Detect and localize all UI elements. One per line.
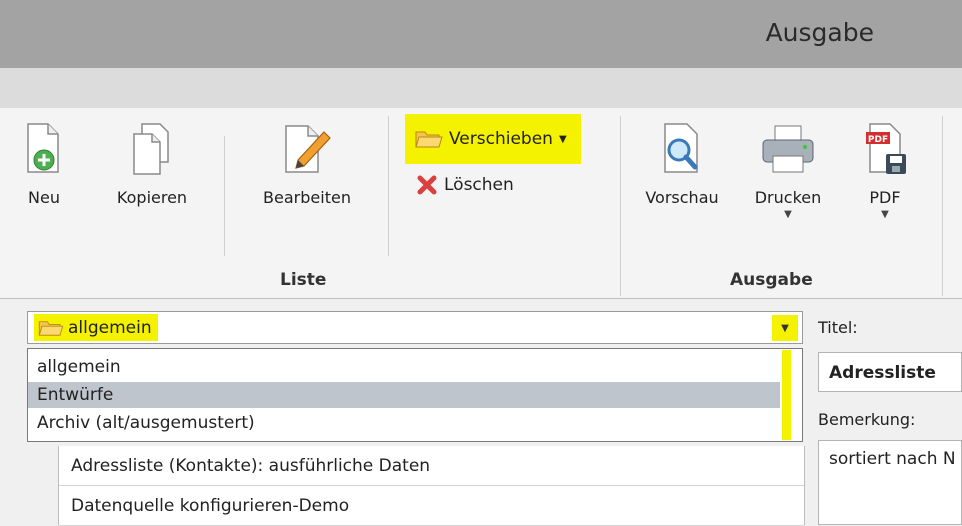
neu-button[interactable]: Neu <box>22 122 66 207</box>
dropdown-option-allgemein[interactable]: allgemein <box>28 354 780 380</box>
chevron-down-icon: ▼ <box>558 133 567 145</box>
title-bar: Ausgabe <box>0 0 962 68</box>
new-document-icon <box>27 123 59 173</box>
separator <box>224 136 225 256</box>
vorschau-label: Vorschau <box>645 188 719 207</box>
ribbon: Neu Kopieren Bearbeiten Verschieben ▼ Lö… <box>0 108 962 299</box>
folder-icon <box>38 320 64 336</box>
loeschen-label: Löschen <box>444 175 514 195</box>
group-label-liste: Liste <box>280 270 327 290</box>
pdf-label: PDF <box>869 188 901 207</box>
verschieben-label: Verschieben <box>449 129 553 149</box>
pdf-save-icon: PDF <box>866 123 906 174</box>
folder-select[interactable]: allgemein ▼ <box>27 311 803 344</box>
verschieben-button[interactable]: Verschieben ▼ <box>405 114 581 164</box>
neu-label: Neu <box>28 188 60 207</box>
printer-icon <box>762 125 814 173</box>
list-item[interactable]: Adressliste (Kontakte): ausführliche Dat… <box>59 446 804 486</box>
pdf-button[interactable]: PDF PDF ▼ <box>852 122 918 220</box>
copy-icon <box>133 123 169 175</box>
preview-magnifier-icon <box>664 123 698 173</box>
separator <box>620 116 621 296</box>
dropdown-option-archiv[interactable]: Archiv (alt/ausgemustert) <box>28 410 780 436</box>
folder-select-value: allgemein <box>34 314 158 341</box>
delete-x-icon <box>417 175 437 195</box>
folder-dropdown-list: allgemein Entwürfe Archiv (alt/ausgemust… <box>27 348 803 442</box>
folder-select-label: allgemein <box>68 317 152 338</box>
list-item[interactable]: Datenquelle konfigurieren-Demo <box>59 486 804 526</box>
title-field-label: Titel: <box>818 318 858 337</box>
remark-field-label: Bemerkung: <box>818 410 916 429</box>
separator <box>942 116 943 296</box>
report-list: Adressliste (Kontakte): ausführliche Dat… <box>58 446 805 526</box>
pdf-icon-text: PDF <box>868 135 888 145</box>
remark-textarea[interactable]: sortiert nach N <box>818 440 962 525</box>
loeschen-button[interactable]: Löschen <box>416 170 514 200</box>
window-title: Ausgabe <box>765 18 874 47</box>
remark-textarea-value: sortiert nach N <box>829 449 956 469</box>
kopieren-button[interactable]: Kopieren <box>108 122 196 207</box>
chevron-down-icon: ▼ <box>781 322 789 334</box>
ribbon-tab-strip <box>0 68 962 109</box>
group-label-ausgabe: Ausgabe <box>730 270 813 290</box>
vorschau-button[interactable]: Vorschau <box>634 122 730 207</box>
title-input[interactable]: Adressliste <box>818 352 962 392</box>
chevron-down-icon: ▼ <box>881 209 889 220</box>
drucken-label: Drucken <box>754 188 822 207</box>
bearbeiten-label: Bearbeiten <box>263 188 351 207</box>
bearbeiten-button[interactable]: Bearbeiten <box>252 122 362 207</box>
edit-pencil-icon <box>285 125 331 173</box>
drucken-button[interactable]: Drucken ▼ <box>740 122 836 220</box>
folder-icon <box>415 131 443 148</box>
dropdown-option-entwuerfe[interactable]: Entwürfe <box>28 382 780 408</box>
kopieren-label: Kopieren <box>116 188 188 207</box>
highlight-marker <box>782 350 791 440</box>
separator <box>388 116 389 256</box>
title-input-value: Adressliste <box>829 363 936 383</box>
dropdown-arrow-button[interactable]: ▼ <box>772 315 798 341</box>
chevron-down-icon: ▼ <box>784 209 792 220</box>
